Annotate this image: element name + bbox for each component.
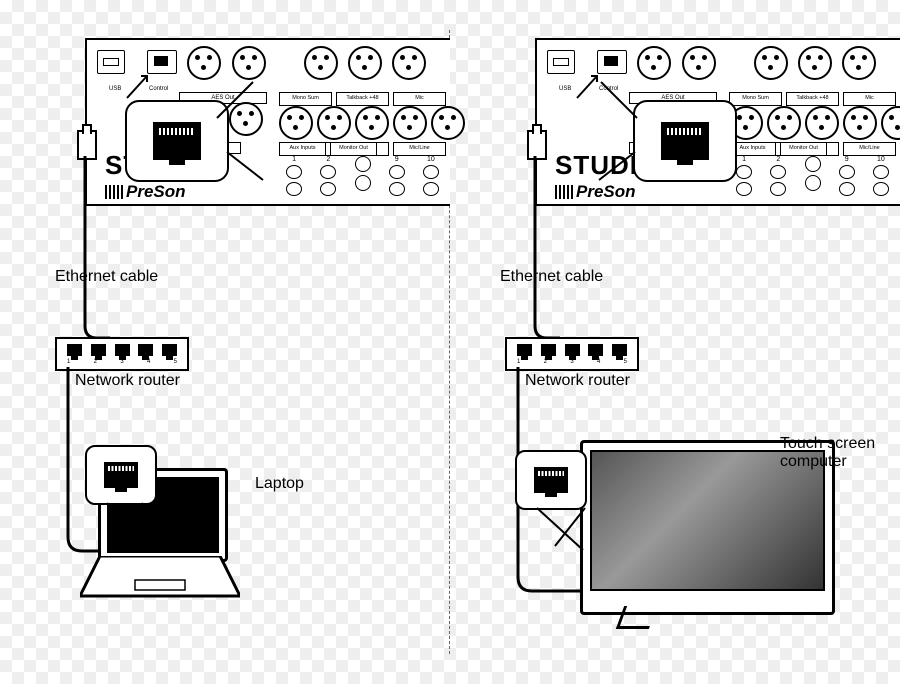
usb-label: USB — [109, 86, 121, 92]
xlr-icon — [232, 46, 266, 80]
port-label: Mic — [393, 92, 446, 106]
trs-icon — [320, 165, 336, 179]
setup-option-laptop: USB Control AES Out Main Output Mono Sum… — [0, 0, 450, 684]
usb-port-icon — [97, 50, 125, 74]
trs-icon — [423, 165, 439, 179]
xlr-icon — [637, 46, 671, 80]
port-label: Mono Sum — [279, 92, 332, 106]
ethernet-port-callout — [633, 100, 737, 182]
xlr-icon — [187, 46, 221, 80]
trs-icon — [355, 175, 371, 191]
trs-icon — [423, 182, 439, 196]
xlr-icon — [842, 46, 876, 80]
arrow-icon — [125, 70, 165, 100]
trs-icon — [286, 165, 302, 179]
rj45-icon — [153, 122, 201, 160]
ethernet-cable — [520, 156, 560, 346]
ethernet-cable — [70, 156, 110, 346]
xlr-icon — [798, 46, 832, 80]
ethernet-cable-label: Ethernet cable — [55, 268, 158, 285]
xlr-icon — [392, 46, 426, 80]
port-label: Monitor Out — [330, 142, 377, 156]
rj45-icon — [534, 467, 568, 493]
trs-icon — [355, 156, 371, 172]
trs-icon — [320, 182, 336, 196]
router-port-icon — [138, 344, 153, 356]
router-port-icon — [91, 344, 106, 356]
port-label: Mic/Line — [393, 142, 446, 156]
touchscreen-label: Touch screen computer — [780, 435, 900, 471]
xlr-icon — [348, 46, 382, 80]
rj45-icon — [104, 462, 138, 488]
xlr-icon — [682, 46, 716, 80]
ethernet-port-callout-small — [85, 445, 157, 505]
laptop-label: Laptop — [255, 475, 304, 493]
network-router: 1 2 3 4 5 — [55, 337, 189, 371]
rj45-icon — [661, 122, 709, 160]
port-label: Talkback +48 — [336, 92, 389, 106]
router-port-icon — [115, 344, 130, 356]
xlr-icon — [317, 106, 351, 140]
ethernet-cable-label: Ethernet cable — [500, 268, 603, 285]
trs-icon — [389, 165, 405, 179]
port-label: Aux Inputs — [279, 142, 326, 156]
xlr-icon — [355, 106, 389, 140]
trs-icon — [389, 182, 405, 196]
ethernet-port-callout — [125, 100, 229, 182]
network-router: 1 2 3 4 5 — [505, 337, 639, 371]
xlr-icon — [393, 106, 427, 140]
xlr-icon — [279, 106, 313, 140]
router-port-icon — [162, 344, 177, 356]
xlr-icon — [304, 46, 338, 80]
mixer-brand2: PreSon — [105, 182, 186, 202]
setup-option-touchscreen: USB Control AES Out Main Output Mono Sum… — [450, 0, 900, 684]
router-port-icon — [67, 344, 82, 356]
trs-icon — [286, 182, 302, 196]
ethernet-port-callout-small — [515, 450, 587, 510]
xlr-icon — [754, 46, 788, 80]
usb-port-icon — [547, 50, 575, 74]
